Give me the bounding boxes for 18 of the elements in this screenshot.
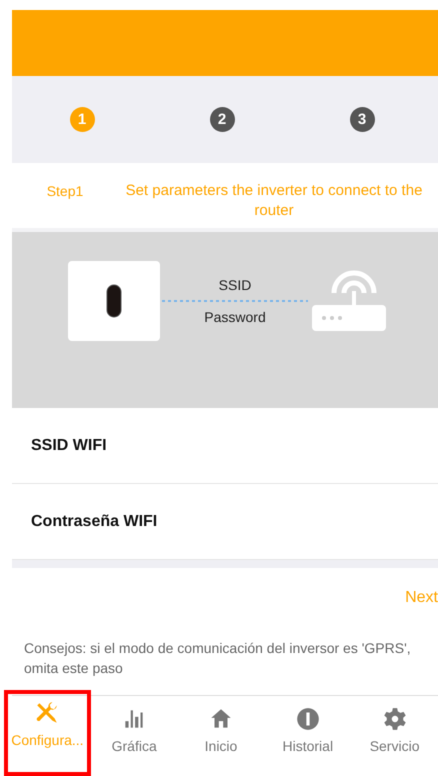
settings-icon	[382, 706, 408, 732]
field-label: SSID WIFI	[31, 436, 107, 454]
field-label: Contraseña WIFI	[31, 512, 158, 530]
tab-bar-item[interactable]: Historial	[264, 696, 352, 776]
password-label: Password	[204, 309, 266, 325]
step-indicator: 1	[70, 107, 94, 132]
ssid-label: SSID	[218, 277, 252, 293]
router-icon	[310, 269, 388, 331]
inverter-icon	[106, 284, 122, 318]
tab-bar-item[interactable]: Servicio	[351, 696, 438, 776]
step-description: Set parameters the inverter to connect to the router	[124, 181, 424, 221]
tab-bar-item[interactable]: Gráfica	[90, 696, 178, 776]
step-indicator: 3	[350, 107, 374, 132]
info-icon	[294, 706, 321, 732]
step-indicator: 2	[210, 107, 234, 132]
step-label: Step1	[46, 183, 84, 199]
tab-bar-item[interactable]: Inicio	[178, 696, 264, 776]
tip-text: Consejos: si el modo de comunicación del inversor es 'GPRS', omita este paso	[24, 639, 412, 678]
